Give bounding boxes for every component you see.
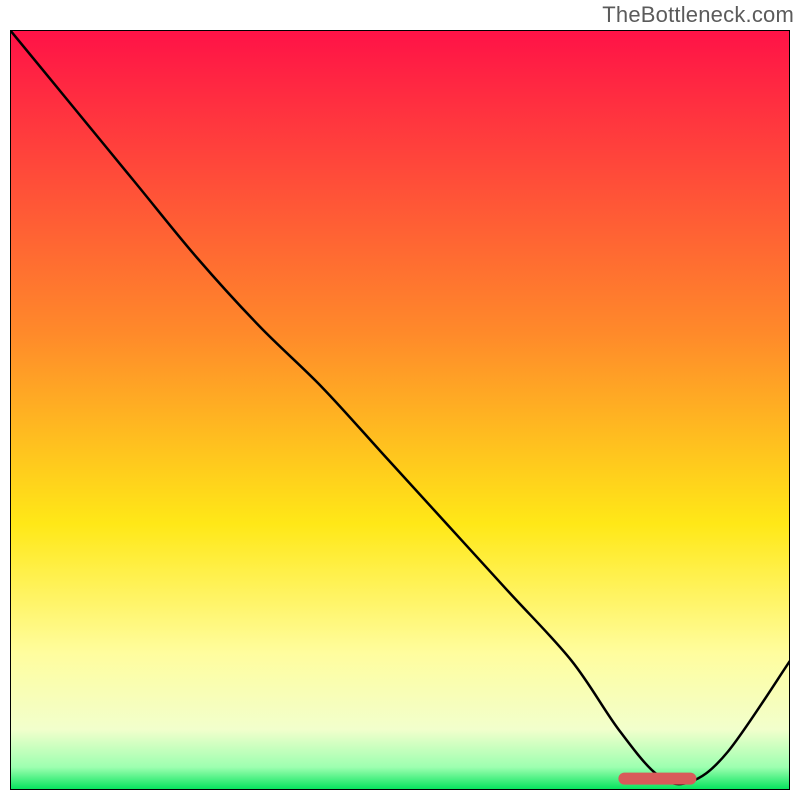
plot-frame [10, 30, 790, 790]
watermark-text: TheBottleneck.com [602, 2, 794, 28]
gradient-background [10, 30, 790, 790]
target-marker [618, 773, 696, 785]
chart-svg [10, 30, 790, 790]
chart-container: TheBottleneck.com [0, 0, 800, 800]
